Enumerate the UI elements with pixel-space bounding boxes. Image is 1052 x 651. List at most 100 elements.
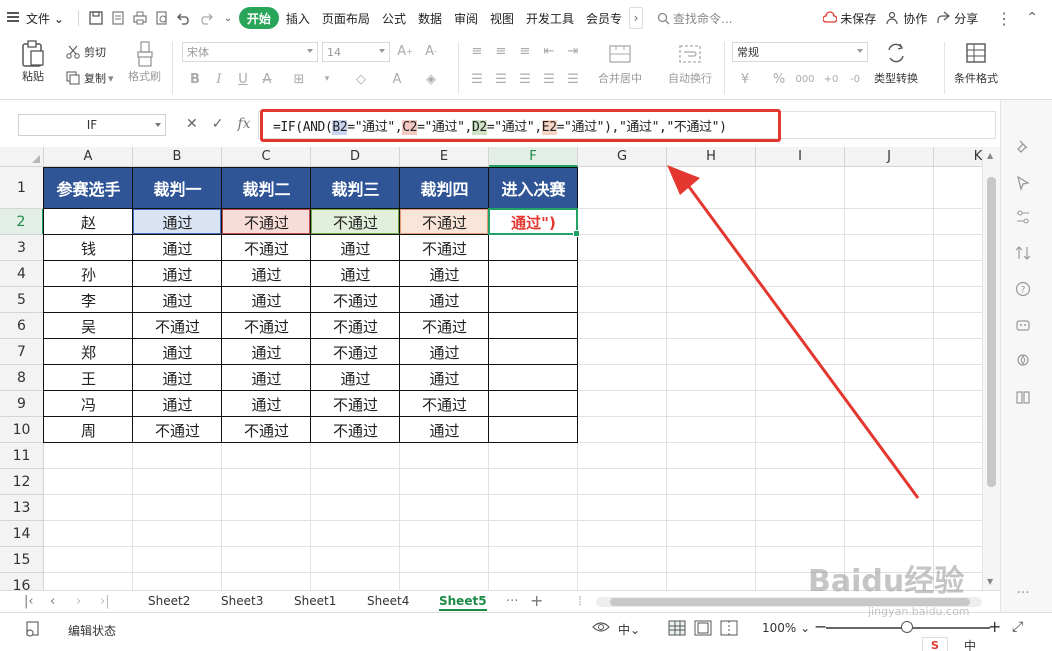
sheet-tab[interactable]: Sheet4 (367, 594, 409, 608)
next-sheet-icon[interactable]: › (76, 594, 81, 609)
redo-icon[interactable] (195, 7, 217, 29)
command-search[interactable]: 查找命令... (657, 10, 732, 27)
column-header-k[interactable]: K (934, 147, 982, 167)
column-header-e[interactable]: E (400, 147, 489, 167)
pin-icon[interactable] (1014, 138, 1032, 156)
distribute-icon[interactable]: ☰ (564, 70, 582, 88)
table-cell[interactable]: 通过 (133, 365, 222, 391)
row-header-11[interactable]: 11 (0, 443, 44, 469)
chevron-down-icon[interactable]: ▾ (318, 70, 336, 88)
share-button[interactable]: 分享 (937, 10, 978, 27)
decrease-decimal-icon[interactable]: -0 (846, 70, 864, 88)
row-header-10[interactable]: 10 (0, 417, 44, 443)
more-horizontal-icon[interactable]: ··· (1014, 584, 1032, 602)
last-sheet-icon[interactable]: ›| (100, 594, 110, 609)
column-header-b[interactable]: B (133, 147, 222, 167)
strikethrough-icon[interactable]: A (258, 70, 276, 88)
align-right-icon[interactable]: ☰ (516, 70, 534, 88)
fill-color-icon[interactable]: ◇ (352, 70, 370, 88)
column-header-c[interactable]: C (222, 147, 311, 167)
splitter-icon[interactable]: ⁞ (578, 594, 582, 609)
table-cell[interactable]: 不通过 (400, 313, 489, 339)
sliders-icon[interactable] (1014, 208, 1032, 226)
help-icon[interactable]: ? (1014, 280, 1032, 298)
thousands-icon[interactable]: 000 (795, 70, 814, 88)
spreadsheet-grid[interactable]: A B C D E F G H I J K 1 2 3 4 5 6 7 8 9 10 11 12 13 14 15 16 参赛选手 裁判… (0, 147, 982, 590)
indent-decrease-icon[interactable]: ⇤ (540, 42, 558, 60)
zoom-select[interactable]: 100% ⌄ (762, 621, 810, 635)
column-header-a[interactable]: A (44, 147, 133, 167)
confirm-formula-icon[interactable]: ✓ (212, 116, 224, 132)
page-layout-view-icon[interactable] (694, 620, 712, 639)
row-header-15[interactable]: 15 (0, 547, 44, 573)
table-cell[interactable]: 通过 (222, 339, 311, 365)
underline-icon[interactable]: U (234, 70, 252, 88)
increase-decimal-icon[interactable]: +0 (822, 70, 840, 88)
column-header-d[interactable]: D (311, 147, 400, 167)
italic-icon[interactable]: I (210, 70, 228, 88)
copy-button[interactable]: 复制 ▾ (66, 70, 114, 86)
ime-logo-icon[interactable]: S (922, 637, 948, 651)
table-cell[interactable]: 通过 (400, 339, 489, 365)
table-cell[interactable]: 冯 (44, 391, 133, 417)
table-cell[interactable] (489, 391, 578, 417)
table-cell[interactable]: 周 (44, 417, 133, 443)
column-header-g[interactable]: G (578, 147, 667, 167)
table-cell[interactable]: 不通过 (311, 287, 400, 313)
chevron-right-icon[interactable]: › (629, 7, 644, 29)
bold-icon[interactable]: B (186, 70, 204, 88)
sheet-tab[interactable]: Sheet3 (221, 594, 263, 608)
table-cell[interactable]: 通过 (400, 417, 489, 443)
table-cell[interactable]: 不通过 (133, 313, 222, 339)
file-menu[interactable]: 文件 ⌄ (26, 10, 64, 27)
table-header-cell[interactable]: 裁判四 (400, 167, 489, 209)
print-preview-icon[interactable] (151, 7, 173, 29)
table-cell[interactable]: 通过 (400, 365, 489, 391)
select-all-corner[interactable] (0, 147, 44, 167)
table-header-cell[interactable]: 裁判一 (133, 167, 222, 209)
row-header-14[interactable]: 14 (0, 521, 44, 547)
sheet-tab[interactable]: Sheet1 (294, 594, 336, 608)
font-color-icon[interactable]: A (388, 70, 406, 88)
sheet-tab[interactable]: Sheet2 (148, 594, 190, 608)
font-name-select[interactable]: 宋体 (182, 42, 318, 62)
align-bottom-icon[interactable]: ≡ (516, 42, 534, 60)
increase-font-icon[interactable]: A + (396, 42, 414, 60)
hamburger-menu-icon[interactable] (7, 12, 19, 22)
table-cell[interactable] (489, 287, 578, 313)
table-cell[interactable]: 王 (44, 365, 133, 391)
table-cell[interactable]: 通过 (222, 365, 311, 391)
insert-function-icon[interactable]: fx (237, 116, 250, 132)
ime-language[interactable]: 中 (964, 637, 976, 651)
transfer-icon[interactable] (1014, 244, 1032, 262)
macro-icon[interactable] (24, 620, 42, 641)
table-cell[interactable]: 不通过 (311, 417, 400, 443)
clear-format-icon[interactable]: ◈ (422, 70, 440, 88)
tab-home[interactable]: 开始 (238, 7, 279, 29)
align-top-icon[interactable]: ≡ (468, 42, 486, 60)
vertical-scrollbar[interactable]: ▲ ▼ (982, 147, 1000, 590)
row-header-1[interactable]: 1 (0, 167, 44, 209)
collab-button[interactable]: 协作 (886, 10, 927, 27)
number-format-select[interactable]: 常规 (732, 42, 868, 62)
table-cell[interactable]: 不通过 (222, 313, 311, 339)
table-cell[interactable]: 通过 (400, 261, 489, 287)
table-cell[interactable]: 通过 (222, 261, 311, 287)
tab-developer[interactable]: 开发工具 (521, 7, 579, 29)
table-cell[interactable]: 不通过 (400, 391, 489, 417)
table-cell[interactable]: 通过 (222, 287, 311, 313)
tab-data[interactable]: 数据 (413, 7, 447, 29)
decrease-font-icon[interactable]: A- (422, 42, 440, 60)
collapse-ribbon-icon[interactable]: ⌃ (1026, 10, 1038, 26)
row-header-6[interactable]: 6 (0, 313, 44, 339)
sheet-tab-active[interactable]: Sheet5 (439, 594, 487, 611)
type-convert-button[interactable]: 类型转换 (874, 42, 918, 86)
column-header-j[interactable]: J (845, 147, 934, 167)
location-icon[interactable] (1014, 352, 1032, 370)
unsaved-button[interactable]: 未保存 (823, 10, 876, 27)
scroll-up-icon[interactable]: ▲ (987, 151, 993, 160)
table-header-cell[interactable]: 参赛选手 (44, 167, 133, 209)
column-header-f[interactable]: F (489, 147, 578, 167)
table-cell[interactable]: 通过 (311, 235, 400, 261)
tab-review[interactable]: 审阅 (449, 7, 483, 29)
